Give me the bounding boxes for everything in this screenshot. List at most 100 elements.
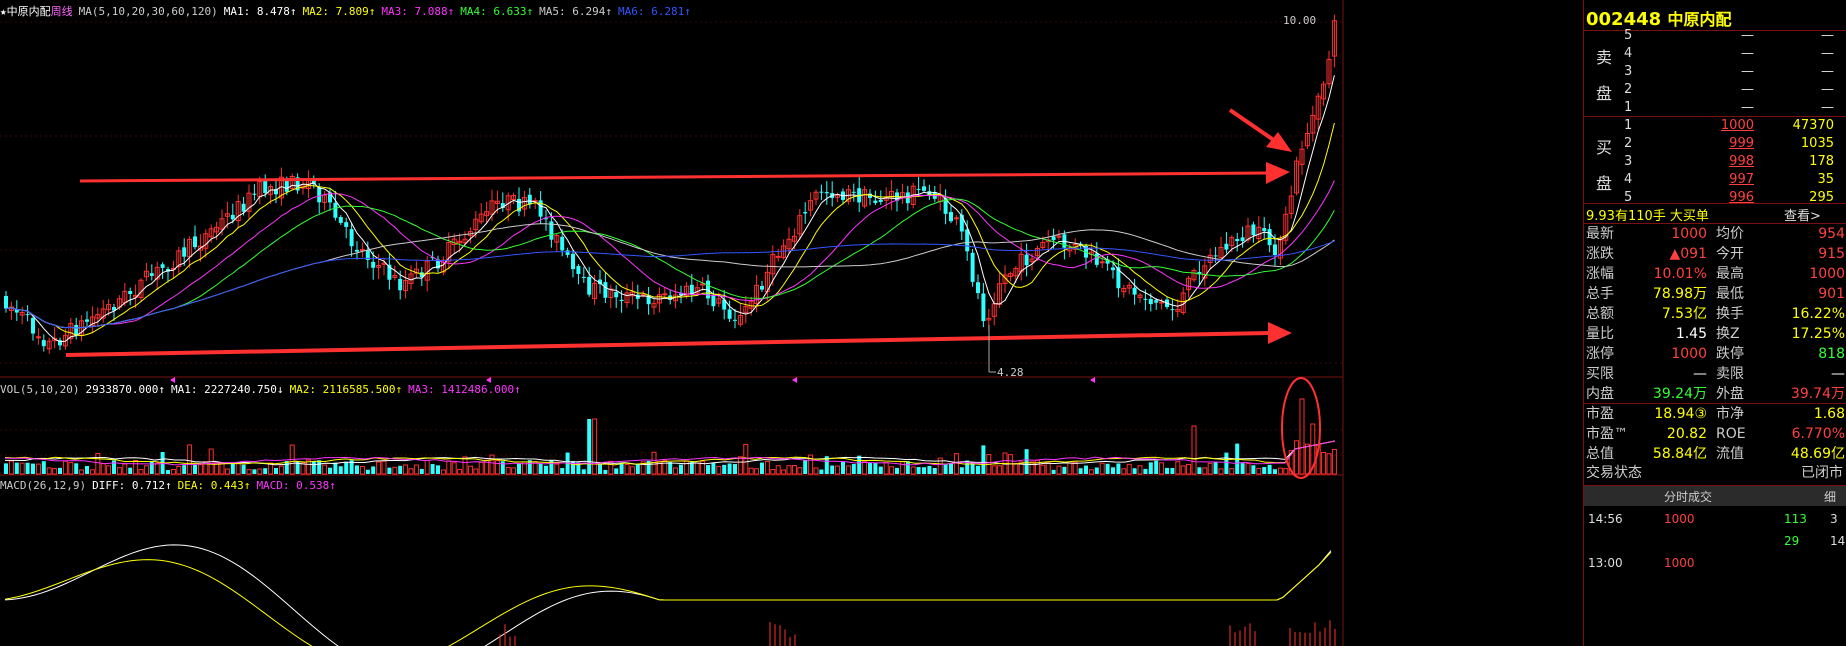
volume-bar bbox=[1078, 468, 1083, 474]
volume-bar bbox=[722, 464, 727, 474]
volume-bar bbox=[241, 464, 246, 474]
volume-bar bbox=[1175, 461, 1181, 475]
candle-body bbox=[922, 186, 926, 191]
volume-bar bbox=[365, 469, 370, 474]
resistance-arrow-head bbox=[1266, 162, 1290, 184]
volume-bar bbox=[25, 462, 30, 474]
volume-bar bbox=[467, 465, 473, 475]
volume-bar bbox=[668, 462, 673, 474]
volume-bar bbox=[587, 419, 592, 474]
macd-dea-line bbox=[4, 551, 1332, 646]
sell-side-label-2: 盘 bbox=[1596, 84, 1613, 103]
volume-bar bbox=[1321, 451, 1327, 475]
volume-bar bbox=[1170, 467, 1175, 474]
volume-bar bbox=[748, 467, 754, 475]
tick-panel-tab[interactable]: 细 bbox=[1824, 488, 1836, 505]
volume-bar bbox=[813, 467, 819, 475]
tick-panel-header[interactable]: 分时成交 细 bbox=[1584, 485, 1846, 506]
volume-bar bbox=[976, 465, 980, 474]
sell-level-2[interactable]: 2— — bbox=[1624, 80, 1844, 100]
ma-value-4: MA4: 6.633↑ bbox=[460, 5, 534, 18]
volume-bar bbox=[440, 469, 446, 475]
candle-body bbox=[182, 247, 187, 257]
volume-bar bbox=[446, 460, 452, 475]
candle-body bbox=[1273, 244, 1277, 256]
volume-bar bbox=[1197, 467, 1202, 474]
volume-bar bbox=[764, 460, 770, 475]
volume-bar bbox=[1229, 468, 1235, 475]
volume-bar bbox=[500, 461, 505, 474]
volume-bar bbox=[716, 465, 722, 475]
candle-body bbox=[128, 291, 133, 295]
volume-bar bbox=[889, 466, 895, 475]
quote-row: 涨停 1000 跌停 818 bbox=[1586, 346, 1845, 362]
volume-bar bbox=[754, 468, 760, 475]
candle-body bbox=[1132, 287, 1137, 295]
volume-bar bbox=[1116, 463, 1121, 474]
volume-bar bbox=[841, 462, 845, 474]
candle-body bbox=[1143, 298, 1148, 300]
volume-bar bbox=[775, 465, 781, 475]
kline-chart[interactable]: ★中原内配周线 MA(5,10,20,30,60,120) MA1: 8.478↑ M… bbox=[0, 0, 1583, 646]
candle-body bbox=[344, 222, 349, 227]
candle-body bbox=[317, 186, 322, 203]
chart-canvas[interactable] bbox=[0, 0, 1583, 646]
volume-bar bbox=[317, 460, 322, 474]
volume-bar bbox=[1262, 467, 1267, 474]
volume-bar bbox=[1132, 468, 1137, 474]
candle-body bbox=[371, 261, 376, 268]
candle-body bbox=[733, 319, 737, 321]
volume-bar bbox=[14, 462, 19, 474]
volume-bar bbox=[1126, 463, 1132, 475]
volume-bar bbox=[791, 465, 797, 475]
volume-bar bbox=[257, 468, 263, 475]
volume-bar bbox=[489, 454, 495, 475]
volume-bar bbox=[845, 465, 851, 475]
volume-bar bbox=[436, 465, 440, 474]
quote-row: 市盈 18.94③ 市净 1.68 bbox=[1586, 406, 1845, 422]
buy-level-2[interactable]: 2 999 1035 bbox=[1624, 134, 1844, 154]
volume-bar bbox=[1186, 463, 1192, 475]
candle-body bbox=[916, 188, 921, 190]
volume-bar bbox=[387, 467, 392, 474]
quote-row: 市盈™ 20.82 ROE 6.770% bbox=[1586, 426, 1845, 442]
volume-bar bbox=[857, 455, 862, 474]
volume-bar bbox=[138, 469, 144, 475]
sell-level-5[interactable]: 5— — bbox=[1624, 26, 1844, 46]
macd-definition: MACD(26,12,9) bbox=[0, 479, 87, 492]
volume-bar bbox=[274, 467, 278, 474]
volume-bar bbox=[1165, 467, 1169, 474]
candle-body bbox=[587, 276, 592, 295]
sell-level-4[interactable]: 4— — bbox=[1624, 44, 1844, 64]
buy-level-4[interactable]: 4 997 35 bbox=[1624, 170, 1844, 190]
volume-bar bbox=[1202, 467, 1208, 475]
sell-level-3[interactable]: 3— — bbox=[1624, 62, 1844, 82]
volume-bar bbox=[895, 467, 899, 474]
candle-body bbox=[819, 191, 824, 193]
tick-row: 29 14 bbox=[1784, 534, 1846, 548]
volume-bar bbox=[760, 462, 764, 474]
volume-bar bbox=[949, 463, 953, 474]
view-link[interactable]: 查看> bbox=[1784, 205, 1821, 224]
candle-body bbox=[824, 192, 829, 194]
quote-row: 总额 7.53亿 换手 16.22% bbox=[1586, 306, 1845, 322]
volume-bar bbox=[603, 469, 608, 474]
volume-bar bbox=[355, 465, 359, 474]
volume-bar bbox=[1056, 465, 1062, 475]
candle-body bbox=[1111, 267, 1115, 271]
ma-line-4 bbox=[5, 198, 1335, 329]
volume-bar bbox=[1283, 468, 1289, 475]
macd-value-3: MACD: 0.538↑ bbox=[256, 479, 336, 492]
volume-bar bbox=[46, 467, 52, 475]
volume-bar bbox=[419, 468, 424, 474]
volume-bar bbox=[560, 468, 565, 474]
sell-level-1[interactable]: 1— — bbox=[1624, 98, 1844, 118]
quote-row: 总手 78.98万 最低 901 bbox=[1586, 286, 1845, 302]
candle-body bbox=[878, 199, 883, 202]
volume-bar bbox=[170, 469, 176, 475]
volume-bar bbox=[1072, 461, 1078, 475]
volume-bar bbox=[1062, 466, 1067, 474]
buy-level-1[interactable]: 1 1000 47370 bbox=[1624, 116, 1844, 136]
candle-body bbox=[333, 202, 338, 218]
buy-level-3[interactable]: 3 998 178 bbox=[1624, 152, 1844, 172]
